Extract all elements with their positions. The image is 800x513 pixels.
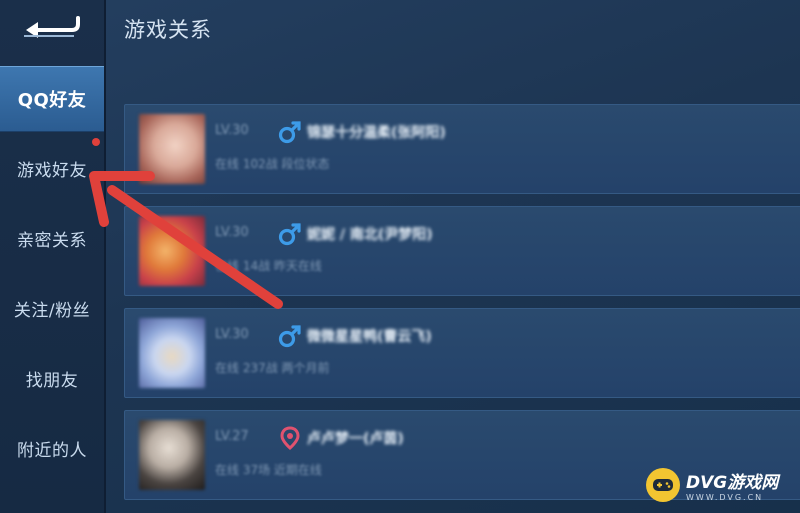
gamepad-logo-icon: [646, 468, 680, 502]
annotation-arrow-icon: [89, 171, 283, 309]
watermark-title: DVG游戏网: [686, 473, 779, 493]
watermark-url: WWW.DVG.CN: [686, 493, 764, 502]
watermark: DVG游戏网 WWW.DVG.CN: [646, 462, 796, 508]
